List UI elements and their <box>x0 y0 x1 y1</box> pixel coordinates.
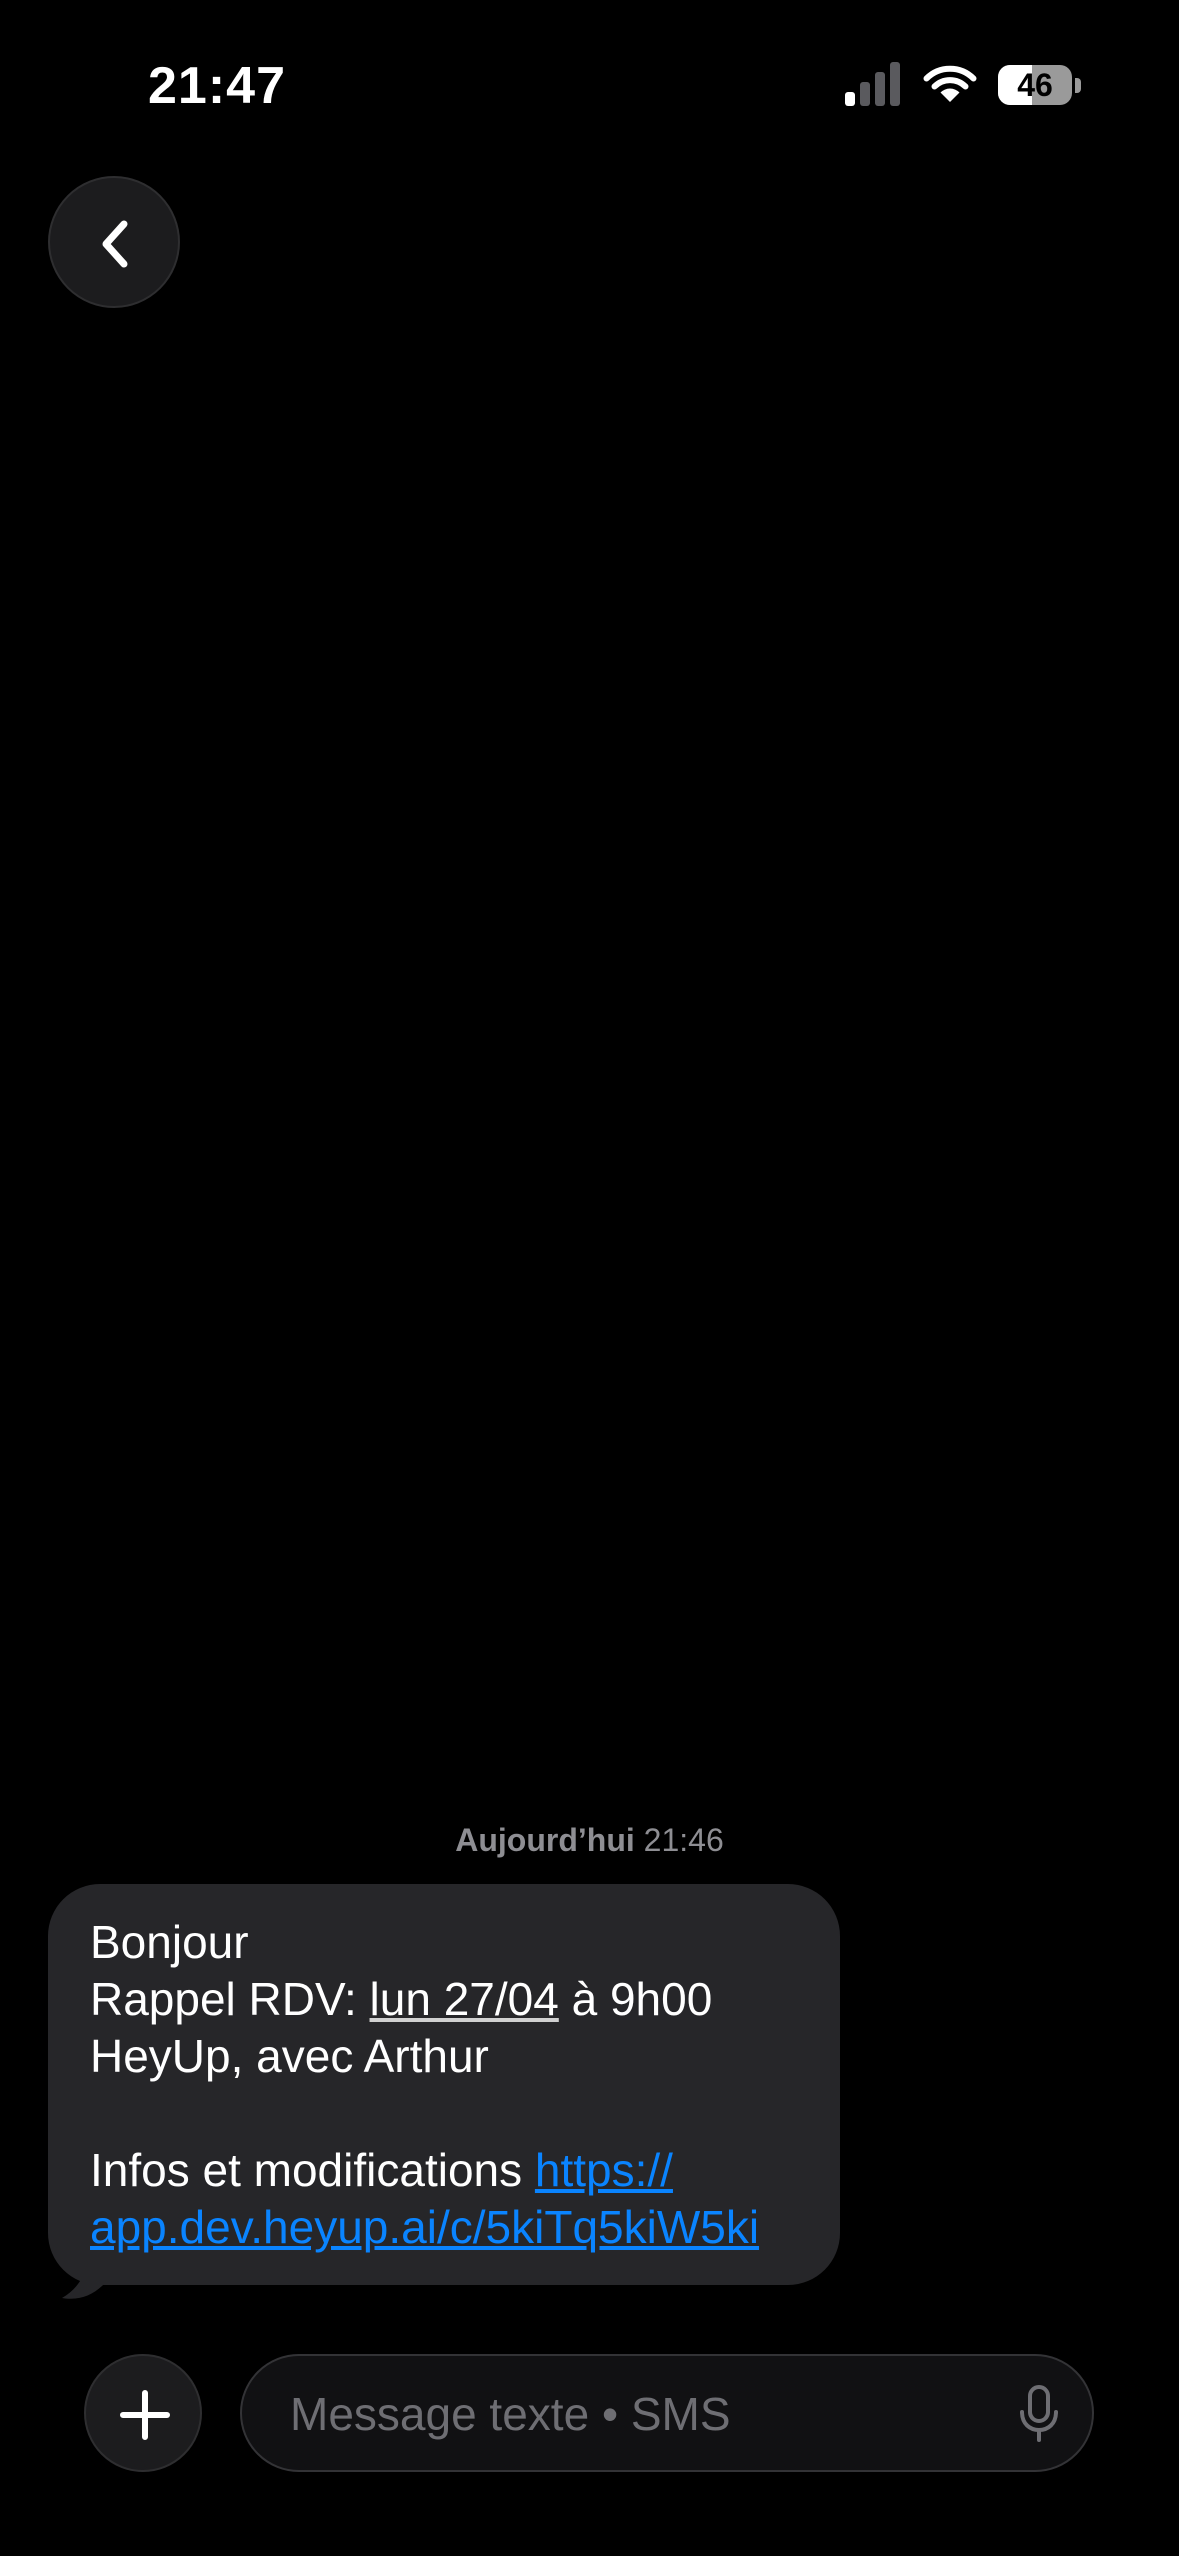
message-url-link-part1[interactable]: https:// <box>535 2144 673 2196</box>
battery-icon: 46 <box>998 65 1072 105</box>
signal-bar <box>845 92 855 106</box>
cellular-signal-icon <box>845 62 905 106</box>
wifi-icon <box>920 60 980 106</box>
message-input[interactable] <box>288 2380 932 2448</box>
back-button[interactable] <box>48 176 180 308</box>
message-company-line: HeyUp, avec Arthur <box>90 2030 489 2082</box>
signal-bar <box>875 72 885 106</box>
timestamp-day: Aujourd’hui <box>455 1822 635 1858</box>
battery-cap <box>1075 78 1081 93</box>
message-greeting: Bonjour <box>90 1916 249 1968</box>
message-composer[interactable] <box>240 2354 1094 2472</box>
chevron-left-icon <box>102 220 128 268</box>
plus-icon <box>120 2390 170 2440</box>
message-url-line: app.dev.heyup.ai/c/5kiTq5kiW5ki <box>90 2199 800 2256</box>
reminder-time: à 9h00 <box>558 1973 713 2025</box>
signal-bar <box>890 62 900 106</box>
reminder-date-link[interactable]: lun 27/04 <box>370 1973 559 2025</box>
bubble-tail <box>62 2262 106 2299</box>
reminder-prefix: Rappel RDV: <box>90 1973 370 2025</box>
timestamp-time: 21:46 <box>643 1822 724 1858</box>
signal-bar <box>860 82 870 106</box>
status-bar: 21:47 46 <box>0 0 1179 170</box>
incoming-message-bubble[interactable]: Bonjour Rappel RDV: lun 27/04 à 9h00 Hey… <box>48 1884 840 2285</box>
status-time: 21:47 <box>148 57 286 115</box>
info-prefix: Infos et modifications <box>90 2144 535 2196</box>
message-reminder-line: Rappel RDV: lun 27/04 à 9h00 <box>90 1971 800 2028</box>
thread-timestamp: Aujourd’hui 21:46 <box>0 1822 1179 1859</box>
message-url-link-part2[interactable]: app.dev.heyup.ai/c/5kiTq5kiW5ki <box>90 2201 759 2253</box>
battery-level: 46 <box>1017 67 1053 103</box>
microphone-icon[interactable] <box>1018 2384 1060 2444</box>
message-info-line: Infos et modifications https:// <box>90 2142 800 2199</box>
add-attachment-button[interactable] <box>84 2354 202 2472</box>
